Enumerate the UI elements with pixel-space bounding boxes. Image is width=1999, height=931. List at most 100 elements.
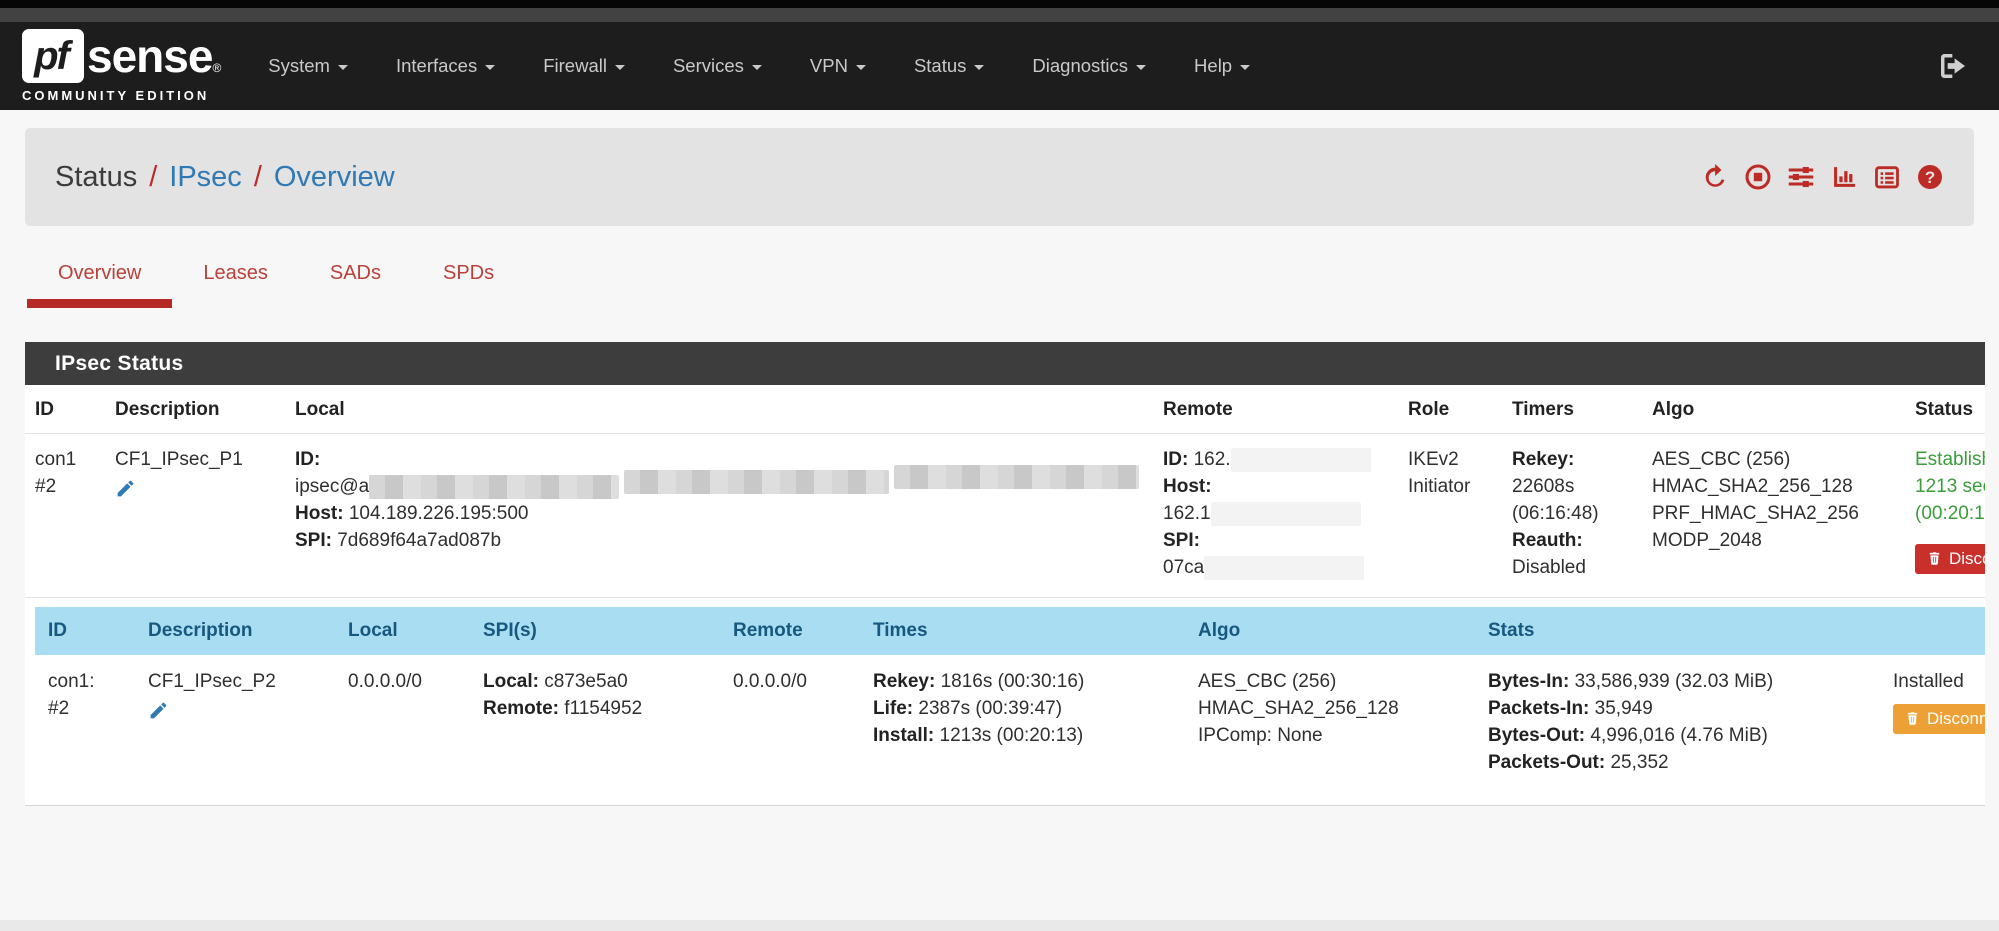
registered-mark: ® <box>212 61 220 75</box>
sign-out-icon[interactable] <box>1937 50 1969 82</box>
menu-vpn[interactable]: VPN <box>786 55 890 77</box>
breadcrumb-ipsec-link[interactable]: IPsec <box>169 161 242 194</box>
chevron-down-icon <box>1136 65 1146 70</box>
redacted-value <box>369 475 619 499</box>
main-menu: System Interfaces Firewall Services VPN … <box>244 55 1274 77</box>
cell-timers: Rekey: 22608s (06:16:48) Reauth: Disable… <box>1502 434 1642 598</box>
cell-remote: ID: 162. Host: 162.1 SPI: 07ca <box>1153 434 1398 598</box>
refresh-icon[interactable] <box>1701 163 1729 191</box>
pf-logo-box: pf <box>22 29 84 83</box>
bar-chart-icon[interactable] <box>1830 163 1858 191</box>
col-id: ID <box>25 385 105 434</box>
chevron-down-icon <box>615 65 625 70</box>
col-id: ID <box>35 607 135 655</box>
menu-firewall[interactable]: Firewall <box>519 55 649 77</box>
navbar: pf sense® COMMUNITY EDITION System Inter… <box>0 22 1999 110</box>
cell-local: ID: ipsec@a Host: 104.189.226.195:500 SP… <box>285 434 1153 598</box>
pfsense-logo[interactable]: pf sense® COMMUNITY EDITION <box>22 29 220 103</box>
menu-help[interactable]: Help <box>1170 55 1274 77</box>
tab-sads[interactable]: SADs <box>299 262 412 308</box>
child-sa-row: con1: #2 CF1_IPsec_P2 0.0.0.0/0 Local: c… <box>35 655 1985 795</box>
col-algo: Algo <box>1642 385 1905 434</box>
tab-overview[interactable]: Overview <box>27 262 172 308</box>
disconnect-button[interactable]: Disconnect <box>1893 704 1985 734</box>
cell-status: Installed Disconnect <box>1880 655 1985 795</box>
cell-remote: 0.0.0.0/0 <box>720 655 860 795</box>
disconnect-button[interactable]: Disconnect <box>1915 544 1985 574</box>
menu-diagnostics[interactable]: Diagnostics <box>1008 55 1170 77</box>
child-header-row: ID Description Local SPI(s) Remote Times… <box>35 607 1985 655</box>
col-spis: SPI(s) <box>470 607 720 655</box>
cell-times: Rekey: 1816s (00:30:16) Life: 2387s (00:… <box>860 655 1185 795</box>
child-sa-table: ID Description Local SPI(s) Remote Times… <box>35 607 1985 795</box>
edit-icon[interactable] <box>115 478 136 508</box>
child-sa-section: ID Description Local SPI(s) Remote Times… <box>25 598 1985 795</box>
trash-icon <box>1905 710 1920 727</box>
ike-sa-row: con1 #2 CF1_IPsec_P1 ID: ipsec@a Host: 1… <box>25 434 1985 598</box>
chevron-down-icon <box>856 65 866 70</box>
status-established: Established <box>1915 447 1985 474</box>
cell-description: CF1_IPsec_P1 <box>105 434 285 598</box>
breadcrumb-status: Status <box>55 161 137 194</box>
col-stats: Stats <box>1475 607 1880 655</box>
chevron-down-icon <box>752 65 762 70</box>
ipsec-status-panel: IPsec Status ID Description Local Remote… <box>25 342 1985 806</box>
cell-id: con1: #2 <box>35 655 135 795</box>
breadcrumb-bar: Status / IPsec / Overview ? <box>25 128 1974 226</box>
tab-spds[interactable]: SPDs <box>412 262 525 308</box>
menu-status[interactable]: Status <box>890 55 1008 77</box>
chevron-down-icon <box>974 65 984 70</box>
menu-system[interactable]: System <box>244 55 372 77</box>
panel-title: IPsec Status <box>25 342 1985 385</box>
cell-spis: Local: c873e5a0 Remote: f1154952 <box>470 655 720 795</box>
ipsec-tabs: Overview Leases SADs SPDs <box>27 262 1999 308</box>
content-area: Status / IPsec / Overview ? Overview Lea… <box>0 110 1999 920</box>
menu-interfaces[interactable]: Interfaces <box>372 55 519 77</box>
cell-role: IKEv2 Initiator <box>1398 434 1502 598</box>
edit-icon[interactable] <box>148 700 169 730</box>
cell-local: 0.0.0.0/0 <box>335 655 470 795</box>
brand-sense: sense <box>87 30 212 82</box>
col-algo: Algo <box>1185 607 1475 655</box>
list-icon[interactable] <box>1873 163 1901 191</box>
col-remote: Remote <box>1153 385 1398 434</box>
status-installed: Installed <box>1893 669 1985 696</box>
top-strip <box>0 0 1999 8</box>
redacted-value <box>624 470 889 494</box>
cell-description: CF1_IPsec_P2 <box>135 655 335 795</box>
breadcrumb: Status / IPsec / Overview <box>55 161 395 194</box>
col-description: Description <box>105 385 285 434</box>
col-remote: Remote <box>720 607 860 655</box>
chevron-down-icon <box>485 65 495 70</box>
brand-tagline: COMMUNITY EDITION <box>22 88 220 103</box>
col-local: Local <box>285 385 1153 434</box>
menu-services[interactable]: Services <box>649 55 786 77</box>
sliders-icon[interactable] <box>1787 163 1815 191</box>
breadcrumb-separator: / <box>149 161 157 194</box>
cell-algo: AES_CBC (256) HMAC_SHA2_256_128 IPComp: … <box>1185 655 1475 795</box>
svg-text:?: ? <box>1925 168 1935 187</box>
redacted-value <box>1211 502 1361 526</box>
cell-algo: AES_CBC (256) HMAC_SHA2_256_128 PRF_HMAC… <box>1642 434 1905 598</box>
table-container: ID Description Local Remote Role Timers … <box>25 385 1985 806</box>
breadcrumb-separator: / <box>254 161 262 194</box>
tab-leases[interactable]: Leases <box>172 262 299 308</box>
breadcrumb-overview-link[interactable]: Overview <box>274 161 395 194</box>
help-icon[interactable]: ? <box>1916 163 1944 191</box>
redacted-value <box>1231 448 1371 472</box>
trash-icon <box>1927 550 1942 567</box>
table-header-row: ID Description Local Remote Role Timers … <box>25 385 1985 434</box>
secondary-strip <box>0 8 1999 22</box>
col-description: Description <box>135 607 335 655</box>
ike-sa-table: ID Description Local Remote Role Timers … <box>25 385 1985 598</box>
col-status: Status <box>1905 385 1985 434</box>
col-local: Local <box>335 607 470 655</box>
cell-stats: Bytes-In: 33,586,939 (32.03 MiB) Packets… <box>1475 655 1880 795</box>
col-role: Role <box>1398 385 1502 434</box>
page-action-icons: ? <box>1701 163 1944 191</box>
redacted-value <box>894 465 1139 489</box>
col-times: Times <box>860 607 1185 655</box>
chevron-down-icon <box>1240 65 1250 70</box>
stop-icon[interactable] <box>1744 163 1772 191</box>
col-timers: Timers <box>1502 385 1642 434</box>
